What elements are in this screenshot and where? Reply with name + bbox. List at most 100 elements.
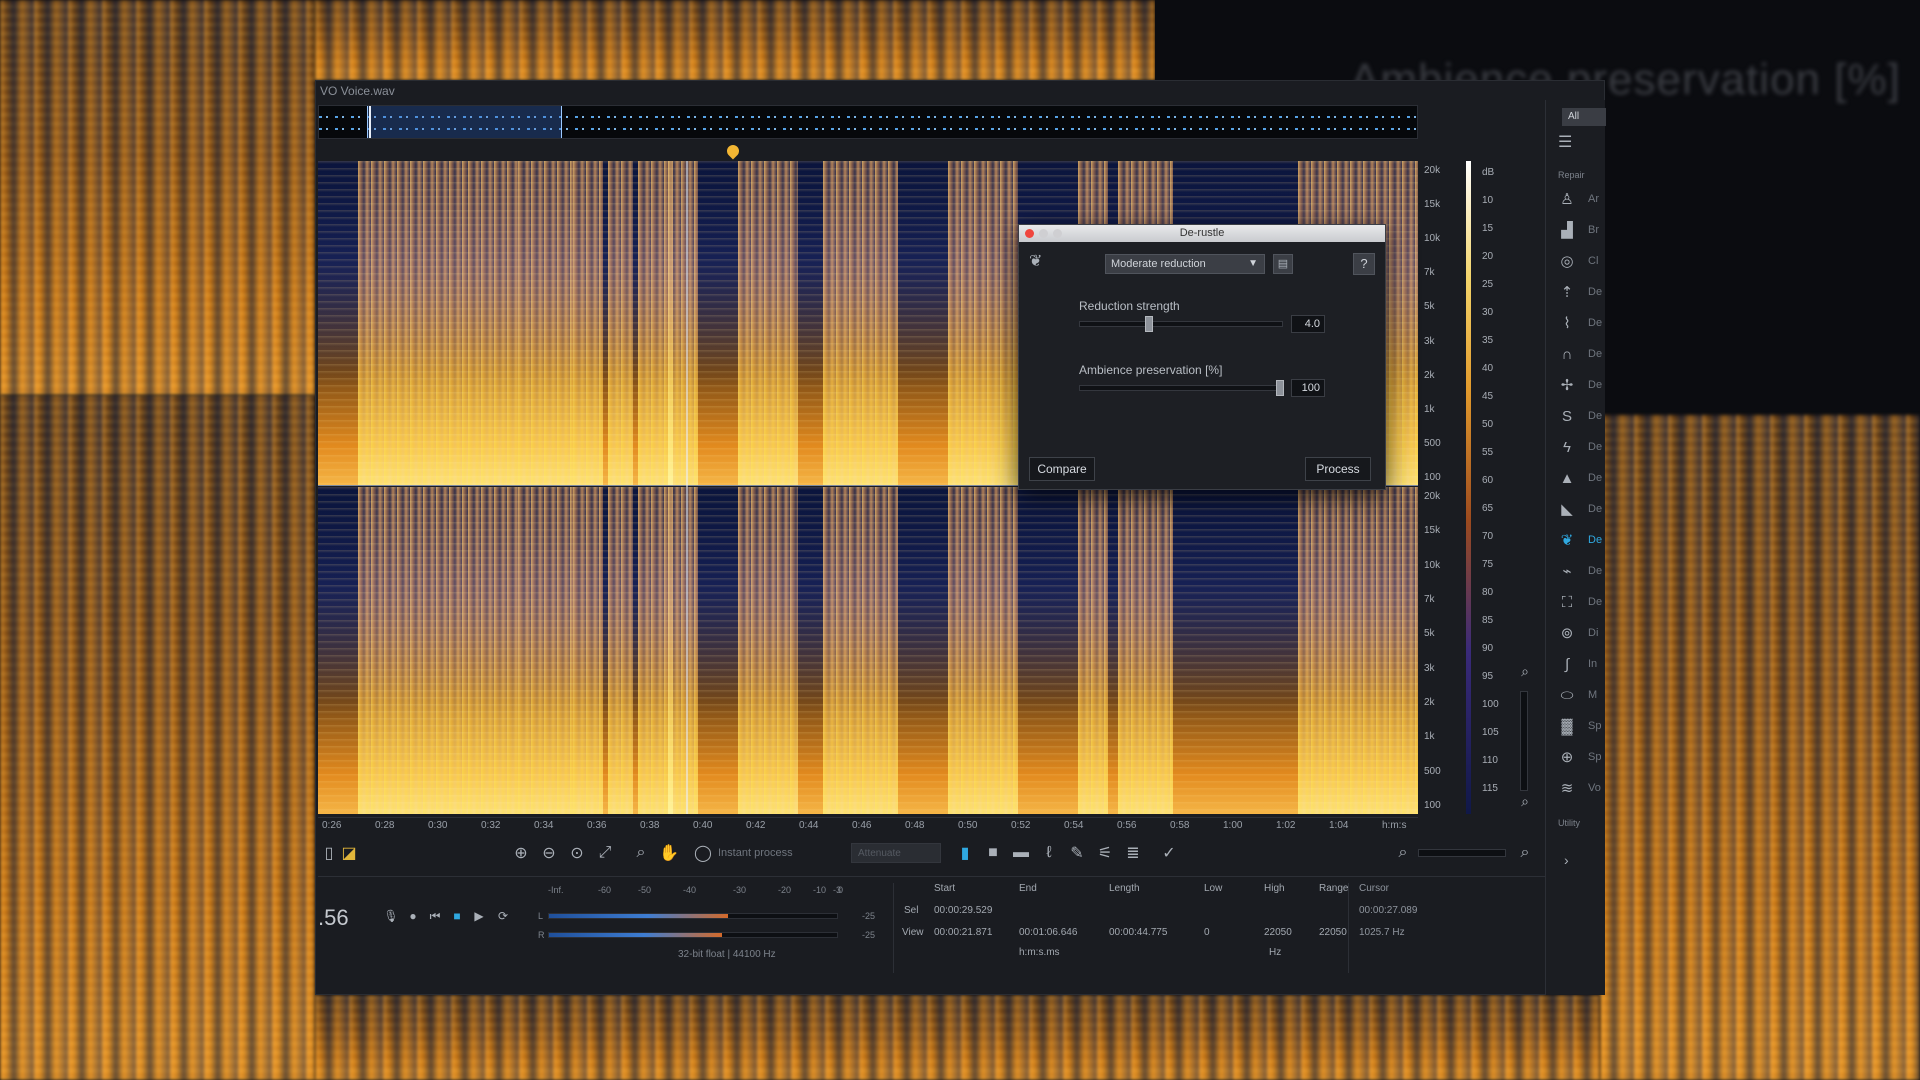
play-button[interactable]: ▶ (470, 907, 488, 925)
time-tick-label: 0:32 (481, 820, 501, 831)
brush-tool-icon[interactable]: ✎ (1066, 842, 1088, 864)
ambience-preservation-slider[interactable] (1079, 380, 1284, 396)
module-list-item[interactable]: ♙ Ar (1556, 188, 1606, 210)
marker-pin-icon[interactable] (724, 142, 742, 160)
module-list-item[interactable]: ∩ De (1556, 343, 1606, 365)
sel-start-value[interactable]: 00:00:29.529 (934, 905, 992, 916)
compare-button[interactable]: Compare (1029, 457, 1095, 481)
magic-wand-icon[interactable]: ⚟ (1094, 842, 1116, 864)
module-list-item[interactable]: ▟ Br (1556, 219, 1606, 241)
module-label: Br (1588, 224, 1599, 236)
stop-button[interactable]: ■ (448, 907, 466, 925)
module-label: De (1588, 348, 1603, 360)
record-button[interactable]: ● (404, 907, 422, 925)
horizontal-zoom-in-icon[interactable]: ⌕ (1514, 842, 1536, 864)
module-list-item[interactable]: ⊕ Sp (1556, 746, 1606, 768)
go-to-start-button[interactable]: ⏮ (426, 907, 444, 925)
hand-tool-icon[interactable]: ✋ (658, 842, 680, 864)
cursor-freq-value: 1025.7 Hz (1359, 927, 1405, 938)
zoom-in-icon[interactable]: ⊕ (510, 842, 532, 864)
instant-process-toggle-icon[interactable]: ◯ (692, 842, 714, 864)
module-list-item[interactable]: ∫ In (1556, 653, 1606, 675)
horizontal-zoom-out-icon[interactable]: ⌕ (1392, 842, 1414, 864)
time-tick-label: 0:50 (958, 820, 978, 831)
reduction-strength-thumb[interactable] (1144, 316, 1153, 332)
view-range-value[interactable]: 22050 (1319, 927, 1347, 938)
vertical-zoom-slider[interactable] (1520, 691, 1528, 791)
lasso-tool-icon[interactable]: ℓ (1038, 842, 1060, 864)
view-end-value[interactable]: 00:01:06.646 (1019, 927, 1077, 938)
spectrogram-channel-right[interactable] (318, 487, 1418, 814)
waveform-overview[interactable] (318, 105, 1418, 139)
zoom-full-icon[interactable]: ⤢ (594, 842, 616, 864)
module-filter-select[interactable]: All (1562, 108, 1606, 126)
preset-menu-button[interactable]: ▤ (1273, 254, 1293, 274)
reduction-strength-slider[interactable] (1079, 316, 1283, 332)
module-list-item[interactable]: ▓ Sp (1556, 715, 1606, 737)
module-list-item[interactable]: ⊚ Di (1556, 622, 1606, 644)
time-tick-label: 0:44 (799, 820, 819, 831)
module-label: De (1588, 472, 1603, 484)
header-low: Low (1204, 883, 1223, 894)
frequency-tick-label: 15k (1424, 525, 1441, 537)
maximize-window-button[interactable] (1053, 229, 1062, 238)
frequency-tick-label: 10k (1424, 233, 1441, 245)
ambience-preservation-value[interactable]: 100 (1291, 379, 1325, 397)
speech-energy-band (573, 161, 603, 485)
speech-energy-band (1078, 487, 1108, 814)
time-frequency-selection-icon[interactable]: ▬ (1010, 842, 1032, 864)
view-low-value[interactable]: 0 (1204, 927, 1210, 938)
time-tick-label: 0:46 (852, 820, 872, 831)
chevron-right-icon[interactable]: › (1564, 852, 1569, 868)
module-list-item[interactable]: ◣ De (1556, 498, 1606, 520)
zoom-out-icon[interactable]: ⊖ (538, 842, 560, 864)
process-button[interactable]: Process (1305, 457, 1371, 481)
module-list-item[interactable]: S De (1556, 405, 1606, 427)
view-start-value[interactable]: 00:00:21.871 (934, 927, 992, 938)
help-button[interactable]: ? (1353, 253, 1375, 275)
snap-check-icon[interactable]: ✓ (1158, 842, 1180, 864)
ambience-preservation-thumb[interactable] (1276, 380, 1284, 396)
module-list-item[interactable]: ≋ Vo (1556, 777, 1606, 799)
module-list-item[interactable]: ❦ De (1556, 529, 1606, 551)
close-window-button[interactable] (1025, 229, 1034, 238)
zoom-tool-icon[interactable]: ⌕ (630, 842, 652, 864)
reduction-strength-label: Reduction strength (1079, 299, 1180, 313)
minimize-window-button[interactable] (1039, 229, 1048, 238)
record-input-icon[interactable]: 🎙 (382, 907, 400, 925)
db-tick-label: 70 (1482, 531, 1494, 542)
module-list-item[interactable]: ▲ De (1556, 467, 1606, 489)
dialog-titlebar[interactable]: De-rustle (1019, 225, 1385, 242)
module-list-item[interactable]: ⬭ M (1556, 684, 1606, 706)
reduction-strength-value[interactable]: 4.0 (1291, 315, 1325, 333)
zoom-selection-icon[interactable]: ⊙ (566, 842, 588, 864)
overview-view-range[interactable] (367, 106, 562, 138)
module-list-item[interactable]: ◎ Cl (1556, 250, 1606, 272)
panel-toggle-icon[interactable]: ▯ (318, 842, 340, 864)
db-axis: dB 10 15 20 25 30 35 40 45 50 55 60 65 70 75 80 85 90 95 10… (1476, 161, 1516, 814)
module-list-item[interactable]: ✢ De (1556, 374, 1606, 396)
module-list-item[interactable]: ϟ De (1556, 436, 1606, 458)
loop-button[interactable]: ⟳ (494, 907, 512, 925)
zoom-out-vertical-icon[interactable]: ⌕ (1516, 793, 1534, 811)
list-view-icon[interactable]: ☰ (1558, 132, 1580, 151)
preset-select[interactable]: Moderate reduction ▼ (1105, 254, 1265, 274)
time-tick-label: 0:36 (587, 820, 607, 831)
harmonic-selection-icon[interactable]: ≣ (1122, 842, 1144, 864)
module-list-item[interactable]: ⌇ De (1556, 312, 1606, 334)
module-list-item[interactable]: ⌁ De (1556, 560, 1606, 582)
time-selection-icon[interactable]: ▮ (954, 842, 976, 864)
time-ruler[interactable]: 0:26 0:28 0:30 0:32 0:34 0:36 0:38 0:40 0:42 0:44… (318, 817, 1418, 833)
module-list-item[interactable]: ⛶ De (1556, 591, 1606, 613)
module-list-panel: All ☰ Repair ♙ Ar ▟ Br ◎ Cl ⇡ De ⌇ De ∩ De ✢ De S De ϟ De… (1545, 100, 1606, 995)
zoom-in-vertical-icon[interactable]: ⌕ (1516, 663, 1534, 681)
view-high-value[interactable]: 22050 (1264, 927, 1292, 938)
instant-process-mode-select[interactable]: Attenuate (851, 843, 941, 863)
horizontal-zoom-slider[interactable] (1418, 849, 1506, 857)
playhead-cursor[interactable] (686, 161, 688, 814)
spectrogram-mode-icon[interactable]: ◪ (338, 842, 360, 864)
module-list-item[interactable]: ⇡ De (1556, 281, 1606, 303)
view-length-value[interactable]: 00:00:44.775 (1109, 927, 1167, 938)
frequency-selection-icon[interactable]: ■ (982, 842, 1004, 864)
frequency-tick-label: 1k (1424, 731, 1435, 743)
